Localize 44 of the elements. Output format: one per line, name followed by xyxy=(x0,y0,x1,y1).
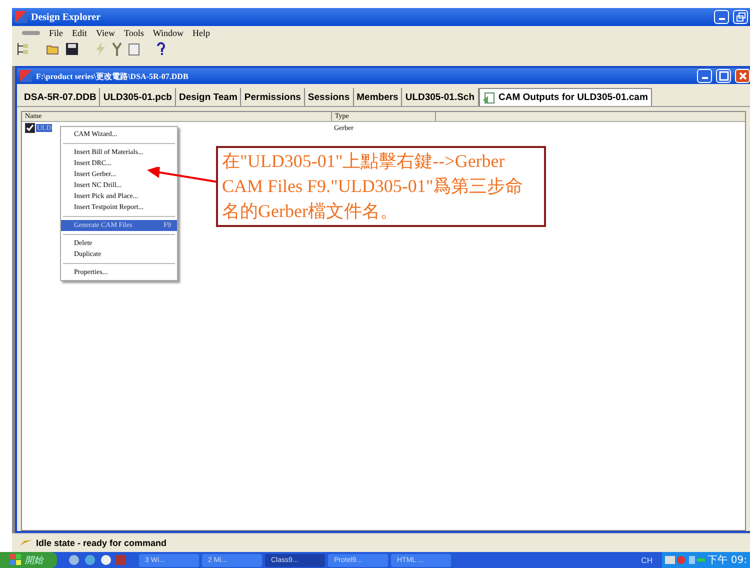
menu-item[interactable]: Tools xyxy=(124,28,144,38)
minimize-icon xyxy=(702,77,708,79)
maximize-icon xyxy=(718,71,728,81)
checkbox[interactable] xyxy=(25,122,35,132)
tab[interactable]: Members xyxy=(354,88,402,106)
maximize-button[interactable] xyxy=(716,69,731,83)
tab[interactable]: CAM Outputs for ULD305-01.cam xyxy=(478,88,652,106)
minimize-button[interactable] xyxy=(714,10,729,24)
app-icon xyxy=(15,11,27,23)
document-title: F:\product series\更改電路\DSA-5R-07.DDB xyxy=(36,70,188,82)
menu-item[interactable]: Edit xyxy=(72,28,88,38)
tab[interactable]: DSA-5R-07.DDB xyxy=(21,88,100,106)
document-icon xyxy=(482,92,497,104)
menu-item[interactable]: File xyxy=(49,28,64,38)
callout-note: 在"ULD305-01"上點擊右鍵-->Gerber CAM Files F9."ULD305-01"爲第三步命名的Gerber檔文件名。 xyxy=(216,146,546,227)
help-icon[interactable] xyxy=(156,42,166,56)
language-indicator[interactable]: CH xyxy=(635,556,659,564)
save-icon[interactable] xyxy=(66,43,78,55)
restore-icon xyxy=(736,12,746,22)
menu-item[interactable]: Help xyxy=(192,28,210,38)
menu-item[interactable]: View xyxy=(96,28,115,38)
minimize-icon xyxy=(718,18,724,20)
restore-button[interactable] xyxy=(733,10,748,24)
tab[interactable]: Permissions xyxy=(241,88,305,106)
menu-handle-icon[interactable] xyxy=(22,31,40,35)
arrow xyxy=(147,167,219,185)
status-text: Idle state - ready for command xyxy=(36,538,167,548)
document-icon[interactable] xyxy=(128,42,140,56)
windows-logo xyxy=(10,554,22,566)
close-icon xyxy=(738,71,748,81)
folder-icon[interactable] xyxy=(46,43,60,55)
pen-icon xyxy=(20,539,32,547)
close-button[interactable] xyxy=(735,69,750,83)
tab[interactable]: ULD305-01.pcb xyxy=(100,88,176,106)
tray-icons[interactable] xyxy=(664,554,705,566)
document-icon xyxy=(20,70,32,82)
tab[interactable]: Design Team xyxy=(176,88,242,106)
window-title: Design Explorer xyxy=(31,12,101,22)
quick-launch-icons[interactable] xyxy=(68,554,128,566)
minimize-button[interactable] xyxy=(697,69,712,83)
menu-item[interactable]: Window xyxy=(152,28,184,38)
tab[interactable]: Sessions xyxy=(304,88,354,106)
clock: 下午 09: xyxy=(708,554,747,567)
tree-icon[interactable] xyxy=(16,42,30,56)
